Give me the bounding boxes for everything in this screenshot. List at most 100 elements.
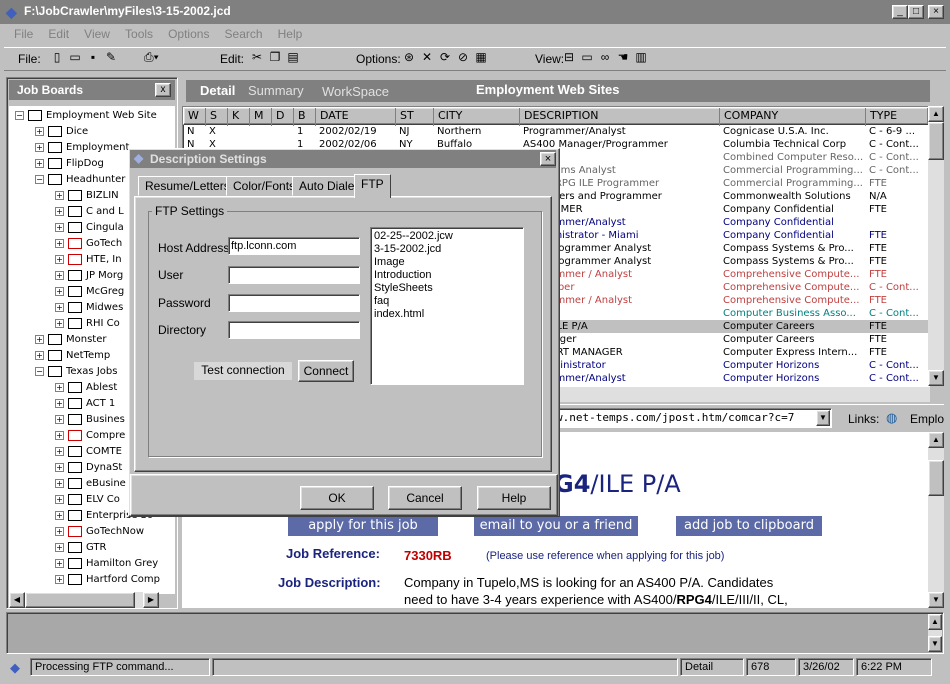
tree-item[interactable]: + GoTechNow [9, 524, 175, 540]
expand-toggle-icon[interactable]: + [55, 462, 64, 472]
column-header[interactable]: W [184, 108, 206, 126]
binoculars-icon[interactable]: ∞ [596, 50, 614, 64]
bottom-pane-scrollbar[interactable]: ▲ ▼ [928, 614, 942, 652]
grid-vscrollbar[interactable]: ▲ ▼ [928, 106, 944, 386]
column-header[interactable]: B [294, 108, 316, 126]
expand-toggle-icon[interactable]: + [55, 558, 64, 568]
bottom-scroll-up[interactable]: ▲ [928, 614, 942, 630]
tree-item[interactable]: + Hamilton Grey [9, 556, 175, 572]
tree-hscrollbar[interactable]: ◀ ▶ [9, 592, 159, 608]
column-header[interactable]: CITY [434, 108, 520, 126]
menu-help[interactable]: Help [278, 27, 303, 41]
bottom-scroll-down[interactable]: ▼ [928, 636, 942, 652]
column-header[interactable]: K [228, 108, 250, 126]
tab-workspace[interactable]: WorkSpace [322, 84, 389, 99]
expand-toggle-icon[interactable]: + [35, 126, 44, 136]
cut-icon[interactable]: ✂ [248, 50, 266, 64]
new-file-icon[interactable]: ▯ [48, 50, 66, 64]
expand-toggle-icon[interactable]: + [55, 574, 64, 584]
expand-toggle-icon[interactable]: + [35, 142, 44, 152]
expand-toggle-icon[interactable]: + [55, 286, 64, 296]
expand-toggle-icon[interactable]: + [55, 254, 64, 264]
file-list-item[interactable]: 02-25--2002.jcw [374, 230, 520, 243]
expand-toggle-icon[interactable]: + [55, 382, 64, 392]
expand-toggle-icon[interactable]: + [55, 238, 64, 248]
scroll-thumb[interactable] [25, 592, 135, 608]
password-input[interactable] [228, 294, 360, 312]
color-icon[interactable]: ▦ [472, 50, 490, 64]
add-clipboard-button[interactable]: add job to clipboard [676, 516, 822, 536]
expand-toggle-icon[interactable]: + [55, 302, 64, 312]
expand-toggle-icon[interactable]: + [55, 190, 64, 200]
menu-edit[interactable]: Edit [48, 27, 69, 41]
menu-file[interactable]: File [14, 27, 33, 41]
expand-toggle-icon[interactable]: + [35, 158, 44, 168]
expand-toggle-icon[interactable]: − [35, 174, 44, 184]
expand-toggle-icon[interactable]: + [55, 398, 64, 408]
tree-item[interactable]: + GTR [9, 540, 175, 556]
expand-toggle-icon[interactable]: + [55, 414, 64, 424]
close-button[interactable]: × [928, 5, 944, 19]
ok-button[interactable]: OK [300, 486, 374, 510]
column-header[interactable]: DATE [316, 108, 396, 126]
paste-icon[interactable]: ▤ [284, 50, 302, 64]
column-header[interactable]: ST [396, 108, 434, 126]
cancel-button[interactable]: Cancel [388, 486, 462, 510]
close-panel-button[interactable]: x [155, 83, 171, 97]
host-address-input[interactable]: ftp.lconn.com [228, 237, 360, 255]
column-header[interactable]: M [250, 108, 272, 126]
expand-toggle-icon[interactable]: + [55, 526, 64, 536]
user-input[interactable] [228, 266, 360, 284]
attach-icon[interactable]: ✎ [102, 50, 120, 64]
tab-detail[interactable]: Detail [200, 83, 235, 98]
print-icon[interactable]: ⎙▾ [144, 50, 159, 65]
menu-options[interactable]: Options [168, 27, 209, 41]
folder-view-icon[interactable]: ▭ [578, 50, 596, 64]
tab-ftp[interactable]: FTP [354, 174, 391, 198]
tree-item[interactable]: − Employment Web Site [9, 108, 175, 124]
expand-toggle-icon[interactable]: + [55, 430, 64, 440]
ftp-file-list[interactable]: 02-25--2002.jcw 3-15-2002.jcd Image Introdu… [370, 227, 524, 385]
copy-icon[interactable]: ❐ [266, 50, 284, 64]
tree-item[interactable]: + Dice [9, 124, 175, 140]
connect-button[interactable]: Connect [298, 360, 354, 382]
maximize-button[interactable]: □ [908, 5, 924, 19]
web-scroll-down[interactable]: ▼ [928, 592, 944, 608]
grid-scroll-thumb[interactable] [928, 122, 944, 160]
web-scroll-up[interactable]: ▲ [928, 432, 944, 448]
column-header[interactable]: D [272, 108, 294, 126]
url-field[interactable]: w.net-temps.com/jpost.htm/comcar?c=7 [552, 408, 832, 428]
expand-toggle-icon[interactable]: + [55, 494, 64, 504]
email-friend-button[interactable]: email to you or a friend [474, 516, 638, 536]
file-list-item[interactable]: Introduction [374, 269, 520, 282]
file-list-item[interactable]: faq [374, 295, 520, 308]
expand-toggle-icon[interactable]: + [55, 270, 64, 280]
minimize-button[interactable]: _ [892, 5, 908, 19]
expand-toggle-icon[interactable]: − [35, 366, 44, 376]
apply-button[interactable]: apply for this job [288, 516, 438, 536]
tree-view-icon[interactable]: ⊟ [560, 50, 578, 64]
file-list-item[interactable]: Image [374, 256, 520, 269]
expand-toggle-icon[interactable]: + [55, 542, 64, 552]
expand-toggle-icon[interactable]: + [55, 222, 64, 232]
menu-view[interactable]: View [84, 27, 110, 41]
notes-icon[interactable]: ▥ [632, 50, 650, 64]
column-header[interactable]: TYPE [866, 108, 929, 126]
refresh-icon[interactable]: ⟳ [436, 50, 454, 64]
filter-icon[interactable]: ⊘ [454, 50, 472, 64]
file-list-item[interactable]: 3-15-2002.jcd [374, 243, 520, 256]
web-vscrollbar[interactable]: ▲ ▼ [928, 432, 944, 608]
tab-resume-letters[interactable]: Resume/Letters [138, 176, 237, 196]
url-dropdown-button[interactable]: ▼ [816, 410, 830, 426]
file-list-item[interactable]: StyleSheets [374, 282, 520, 295]
directory-input[interactable] [228, 321, 360, 339]
tools-icon[interactable]: ✕ [418, 50, 436, 64]
grid-scroll-down[interactable]: ▼ [928, 370, 944, 386]
expand-toggle-icon[interactable]: + [55, 206, 64, 216]
expand-toggle-icon[interactable]: + [55, 318, 64, 328]
expand-toggle-icon[interactable]: + [55, 478, 64, 488]
scroll-left-button[interactable]: ◀ [9, 592, 25, 608]
expand-toggle-icon[interactable]: + [55, 446, 64, 456]
menu-search[interactable]: Search [225, 27, 263, 41]
dialog-close-button[interactable]: × [540, 152, 556, 166]
